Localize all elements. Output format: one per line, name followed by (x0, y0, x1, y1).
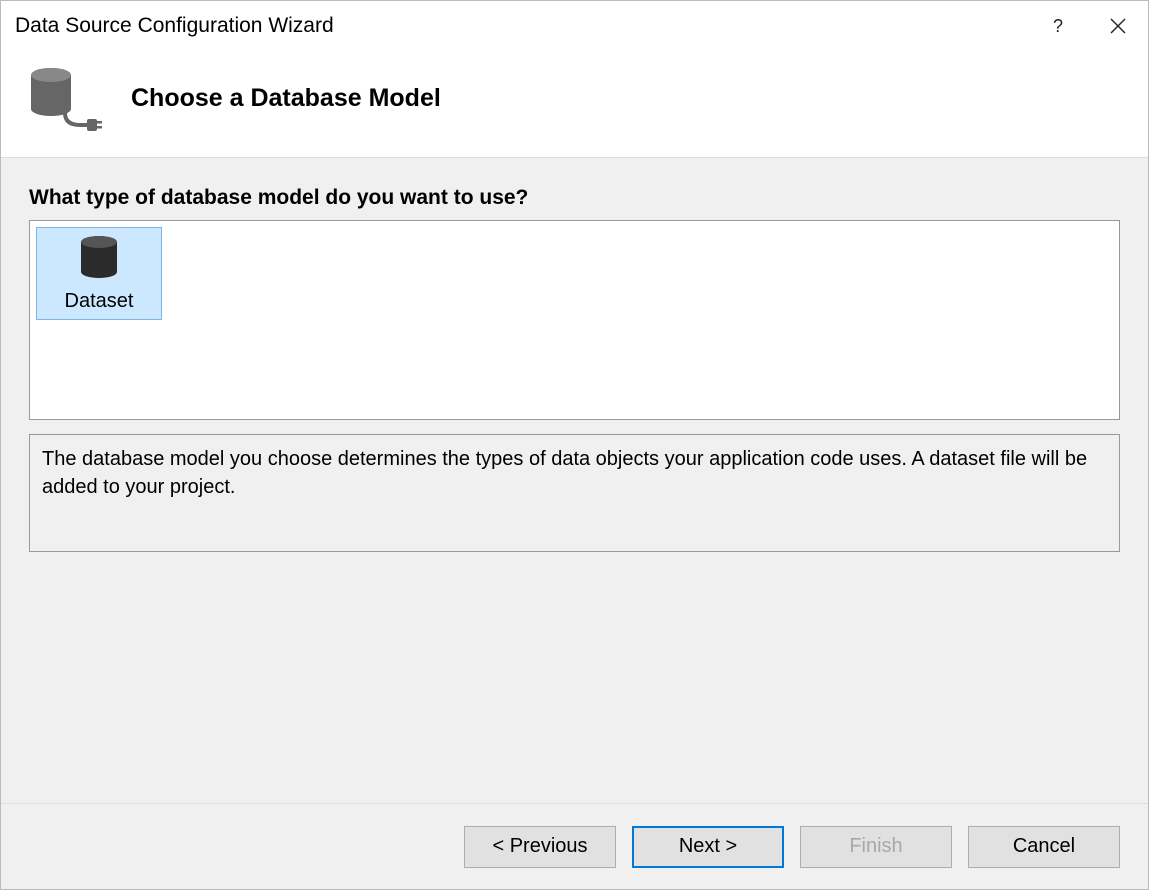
wizard-window: Data Source Configuration Wizard ? (0, 0, 1149, 890)
step-title: Choose a Database Model (131, 84, 441, 113)
close-button[interactable] (1088, 1, 1148, 51)
option-dataset-label: Dataset (65, 290, 134, 313)
description-box: The database model you choose determines… (29, 434, 1120, 552)
cancel-button[interactable]: Cancel (968, 826, 1120, 868)
help-button[interactable]: ? (1028, 1, 1088, 51)
wizard-footer: < Previous Next > Finish Cancel (1, 803, 1148, 889)
wizard-body: What type of database model do you want … (1, 158, 1148, 803)
database-plug-icon (25, 65, 103, 131)
option-dataset[interactable]: Dataset (36, 227, 162, 320)
titlebar: Data Source Configuration Wizard ? (1, 1, 1148, 51)
window-controls: ? (1028, 1, 1148, 51)
model-option-list[interactable]: Dataset (29, 220, 1120, 420)
close-icon (1110, 18, 1126, 34)
next-button[interactable]: Next > (632, 826, 784, 868)
window-title: Data Source Configuration Wizard (15, 14, 334, 38)
question-label: What type of database model do you want … (29, 186, 1120, 210)
finish-button[interactable]: Finish (800, 826, 952, 868)
database-icon (77, 234, 121, 286)
wizard-header: Choose a Database Model (1, 51, 1148, 158)
description-text: The database model you choose determines… (42, 448, 1087, 498)
help-icon: ? (1053, 16, 1063, 37)
previous-button[interactable]: < Previous (464, 826, 616, 868)
